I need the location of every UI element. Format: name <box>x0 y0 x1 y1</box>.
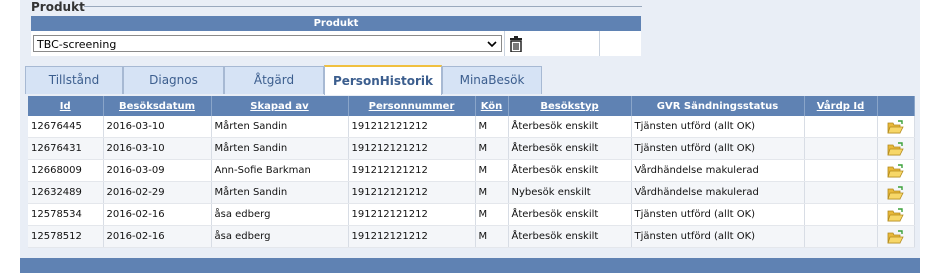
cell-kon: M <box>475 159 509 182</box>
cell-personnummer: 191212121212 <box>348 137 476 160</box>
column-header-id[interactable]: Id <box>28 96 104 116</box>
cell-besoksdatum: 2016-02-16 <box>103 225 212 248</box>
cell-vardp-id <box>804 159 878 182</box>
produkt-divider <box>504 31 505 56</box>
tab-tillstand[interactable]: Tillstånd <box>25 66 123 94</box>
open-folder-icon[interactable] <box>887 207 904 222</box>
tab-label: PersonHistorik <box>332 74 434 88</box>
cell-gvr-status: Vårdhändelse makulerad <box>631 159 805 182</box>
table-header-row: Id Besöksdatum Skapad av Personnummer Kö… <box>28 96 915 116</box>
tab-diagnos[interactable]: Diagnos <box>123 66 224 94</box>
column-header-actions <box>877 96 915 116</box>
row-action-cell <box>877 225 915 248</box>
produkt-select[interactable]: TBC-screening <box>33 35 502 52</box>
footer-bar <box>20 258 920 273</box>
cell-besoksdatum: 2016-03-10 <box>103 116 212 138</box>
cell-id: 12676445 <box>28 116 104 138</box>
cell-vardp-id <box>804 137 878 160</box>
cell-personnummer: 191212121212 <box>348 181 476 204</box>
row-action-cell <box>877 159 915 182</box>
open-folder-icon[interactable] <box>887 141 904 156</box>
open-folder-icon[interactable] <box>887 185 904 200</box>
tab-label: Tillstånd <box>48 73 100 87</box>
cell-id: 12676431 <box>28 137 104 160</box>
cell-besokstyp: Återbesök enskilt <box>508 203 632 226</box>
cell-personnummer: 191212121212 <box>348 116 476 138</box>
cell-personnummer: 191212121212 <box>348 203 476 226</box>
cell-kon: M <box>475 116 509 138</box>
cell-gvr-status: Tjänsten utförd (allt OK) <box>631 225 805 248</box>
tab-personhistorik[interactable]: PersonHistorik <box>324 65 442 95</box>
cell-vardp-id <box>804 225 878 248</box>
cell-gvr-status: Tjänsten utförd (allt OK) <box>631 203 805 226</box>
cell-skapad-av: åsa edberg <box>211 225 349 248</box>
trash-icon[interactable] <box>509 36 523 52</box>
column-header-besoksdatum[interactable]: Besöksdatum <box>103 96 212 116</box>
cell-personnummer: 191212121212 <box>348 225 476 248</box>
row-action-cell <box>877 181 915 204</box>
cell-id: 12632489 <box>28 181 104 204</box>
table-row[interactable]: 12676431 2016-03-10 Mårten Sandin 191212121… <box>28 137 915 160</box>
cell-gvr-status: Tjänsten utförd (allt OK) <box>631 116 805 138</box>
cell-id: 12578534 <box>28 203 104 226</box>
open-folder-icon[interactable] <box>887 163 904 178</box>
tab-atgard[interactable]: Åtgärd <box>224 66 324 94</box>
cell-besokstyp: Återbesök enskilt <box>508 137 632 160</box>
row-action-cell <box>877 203 915 226</box>
cell-kon: M <box>475 203 509 226</box>
cell-besokstyp: Återbesök enskilt <box>508 225 632 248</box>
open-folder-icon[interactable] <box>887 229 904 244</box>
cell-besokstyp: Återbesök enskilt <box>508 116 632 138</box>
column-header-personnummer[interactable]: Personnummer <box>348 96 476 116</box>
table-row[interactable]: 12578512 2016-02-16 åsa edberg 191212121212… <box>28 225 915 248</box>
cell-besoksdatum: 2016-03-09 <box>103 159 212 182</box>
cell-besokstyp: Nybesök enskilt <box>508 181 632 204</box>
row-action-cell <box>877 116 915 138</box>
column-header-vardp-id[interactable]: Vårdp Id <box>804 96 878 116</box>
produkt-select-value: TBC-screening <box>37 38 117 51</box>
table-row[interactable]: 12632489 2016-02-29 Mårten Sandin 191212121… <box>28 181 915 204</box>
cell-personnummer: 191212121212 <box>348 159 476 182</box>
produkt-column-header: Produkt <box>31 16 641 31</box>
cell-vardp-id <box>804 203 878 226</box>
cell-besoksdatum: 2016-03-10 <box>103 137 212 160</box>
column-header-besokstyp[interactable]: Besökstyp <box>508 96 632 116</box>
cell-skapad-av: Mårten Sandin <box>211 181 349 204</box>
fieldset-border <box>84 6 642 7</box>
table-row[interactable]: 12668009 2016-03-09 Ann-Sofie Barkman 19121… <box>28 159 915 182</box>
cell-besokstyp: Återbesök enskilt <box>508 159 632 182</box>
produkt-divider <box>599 31 600 56</box>
cell-skapad-av: Ann-Sofie Barkman <box>211 159 349 182</box>
cell-skapad-av: Mårten Sandin <box>211 137 349 160</box>
tab-minabesok[interactable]: MinaBesök <box>442 66 542 94</box>
produkt-legend: Produkt <box>31 0 85 14</box>
cell-vardp-id <box>804 181 878 204</box>
chevron-down-icon <box>487 41 497 48</box>
cell-gvr-status: Tjänsten utförd (allt OK) <box>631 137 805 160</box>
person-history-table: Id Besöksdatum Skapad av Personnummer Kö… <box>28 96 915 248</box>
cell-gvr-status: Vårdhändelse makulerad <box>631 181 805 204</box>
cell-besoksdatum: 2016-02-29 <box>103 181 212 204</box>
tab-label: Åtgärd <box>253 73 295 87</box>
cell-skapad-av: Mårten Sandin <box>211 116 349 138</box>
tab-label: Diagnos <box>149 73 198 87</box>
tab-label: MinaBesök <box>459 73 525 87</box>
cell-vardp-id <box>804 116 878 138</box>
cell-kon: M <box>475 225 509 248</box>
cell-kon: M <box>475 137 509 160</box>
column-header-skapad-av[interactable]: Skapad av <box>211 96 349 116</box>
cell-kon: M <box>475 181 509 204</box>
cell-skapad-av: åsa edberg <box>211 203 349 226</box>
column-header-gvr-status: GVR Sändningsstatus <box>631 96 805 116</box>
cell-id: 12668009 <box>28 159 104 182</box>
table-row[interactable]: 12578534 2016-02-16 åsa edberg 191212121212… <box>28 203 915 226</box>
cell-id: 12578512 <box>28 225 104 248</box>
table-row[interactable]: 12676445 2016-03-10 Mårten Sandin 191212121… <box>28 116 915 138</box>
open-folder-icon[interactable] <box>887 119 904 134</box>
column-header-kon[interactable]: Kön <box>475 96 509 116</box>
row-action-cell <box>877 137 915 160</box>
cell-besoksdatum: 2016-02-16 <box>103 203 212 226</box>
